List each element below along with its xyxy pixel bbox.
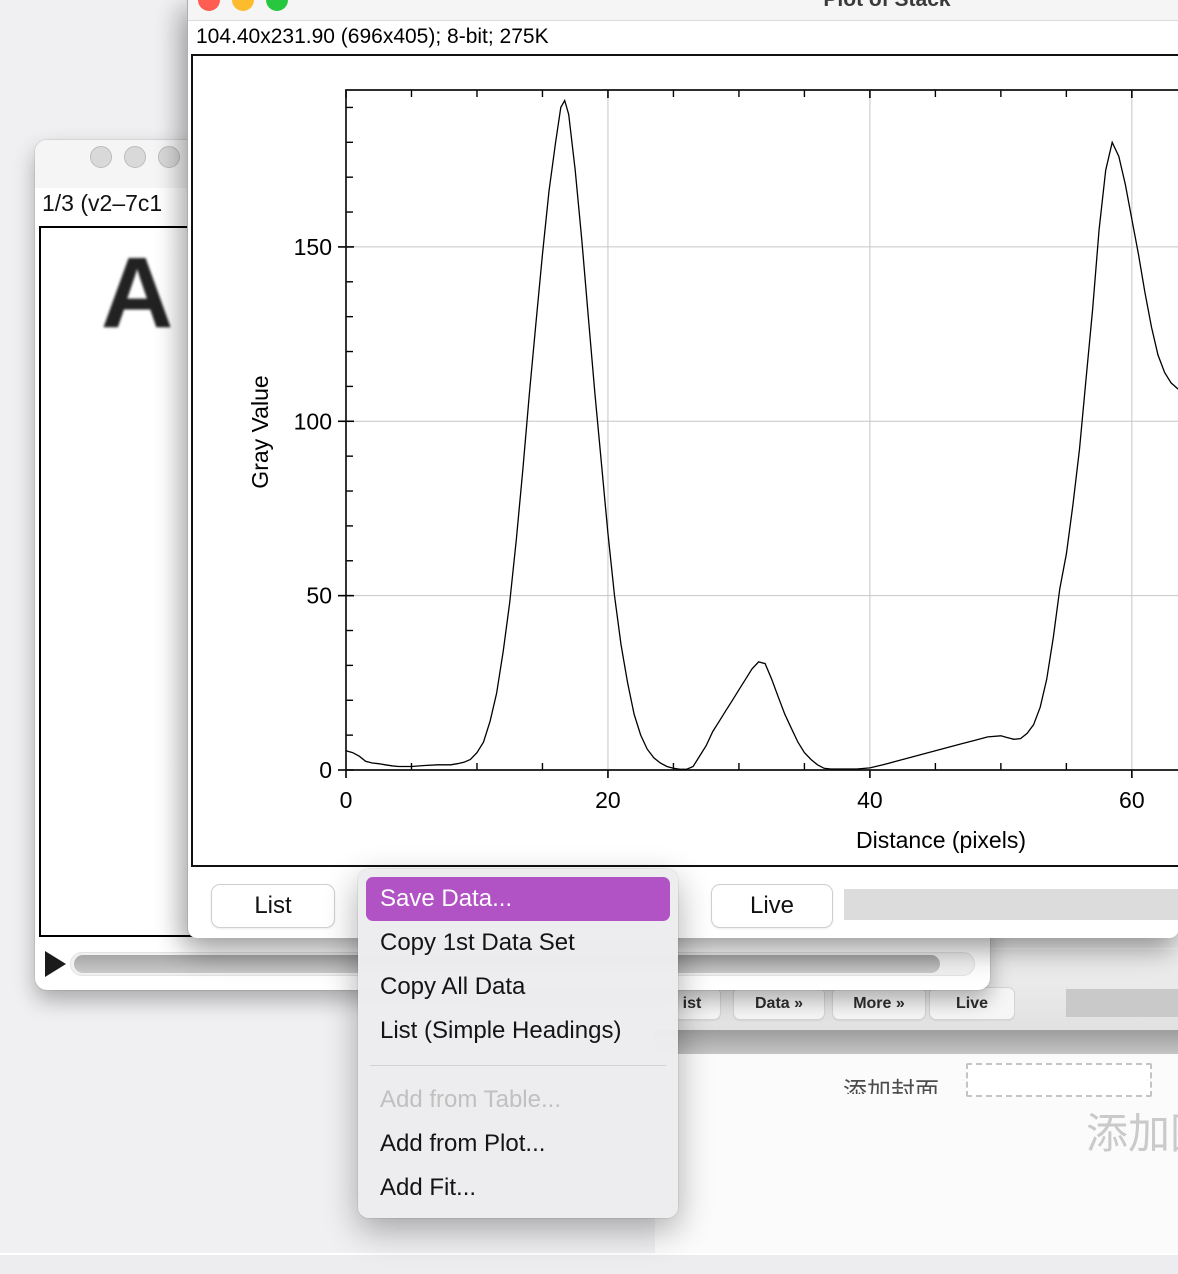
svg-text:50: 50 [306, 583, 332, 609]
add-cover-dropzone[interactable] [966, 1063, 1152, 1097]
profile-plot-svg: 0 20 40 60 0 50 100 150 Distance (pixels) Gray Va… [191, 54, 1178, 867]
svg-text:100: 100 [294, 408, 332, 434]
menu-item-copy-1st-data-set[interactable]: Copy 1st Data Set [358, 921, 678, 965]
profile-line [346, 101, 1178, 770]
stack-image-letter: A [101, 236, 173, 351]
menu-item-add-from-plot[interactable]: Add from Plot... [358, 1122, 678, 1166]
plot-window-slider[interactable] [844, 889, 1178, 920]
bg-window-button-more[interactable]: More » [832, 987, 926, 1020]
play-icon[interactable] [45, 951, 66, 977]
background-window-slider[interactable] [1066, 989, 1178, 1017]
menu-item-save-data[interactable]: Save Data... [366, 877, 670, 921]
svg-text:0: 0 [340, 787, 353, 813]
menu-item-list-simple-headings[interactable]: List (Simple Headings) [358, 1009, 678, 1053]
svg-text:40: 40 [857, 787, 883, 813]
close-button[interactable] [90, 146, 112, 168]
save-data-context-menu: Save Data...Copy 1st Data SetCopy All Da… [358, 869, 678, 1218]
minimize-button[interactable] [124, 146, 146, 168]
svg-text:60: 60 [1119, 787, 1145, 813]
svg-text:20: 20 [595, 787, 621, 813]
bg-window-button-data[interactable]: Data » [733, 987, 825, 1020]
add-cover-label[interactable]: 添加封面 [843, 1071, 955, 1094]
plot-of-stack-window: Plot of Stack 104.40x231.90 (696x405); 8… [187, 0, 1178, 938]
page-bottom-strip [0, 1253, 1178, 1274]
background-window-edge [655, 1030, 1178, 1054]
svg-text:0: 0 [319, 757, 332, 783]
live-button[interactable]: Live [711, 884, 833, 928]
zoom-button[interactable] [158, 146, 180, 168]
menu-item-add-from-table: Add from Table... [358, 1078, 678, 1122]
svg-text:Gray Value: Gray Value [247, 375, 273, 488]
plot-window-titlebar: Plot of Stack [188, 0, 1178, 21]
stack-window-title: 1/3 (v2–7c1 [42, 190, 162, 217]
bg-window-button-live[interactable]: Live [929, 987, 1015, 1020]
menu-item-add-fit[interactable]: Add Fit... [358, 1166, 678, 1210]
menu-item-copy-all-data[interactable]: Copy All Data [358, 965, 678, 1009]
plot-info-line: 104.40x231.90 (696x405); 8-bit; 275K [196, 25, 549, 49]
desktop: { "plot_window": { "title": "Plot of Sta… [0, 0, 1178, 1272]
plot-window-title: Plot of Stack [823, 0, 950, 12]
add-image-label: 添加图 [1086, 1100, 1178, 1161]
svg-text:150: 150 [294, 234, 332, 260]
profile-plot-canvas: 0 20 40 60 0 50 100 150 Distance (pixels) Gray Va… [191, 54, 1178, 867]
menu-separator [370, 1065, 666, 1066]
list-button[interactable]: List [211, 884, 335, 928]
svg-text:Distance (pixels): Distance (pixels) [856, 827, 1026, 853]
